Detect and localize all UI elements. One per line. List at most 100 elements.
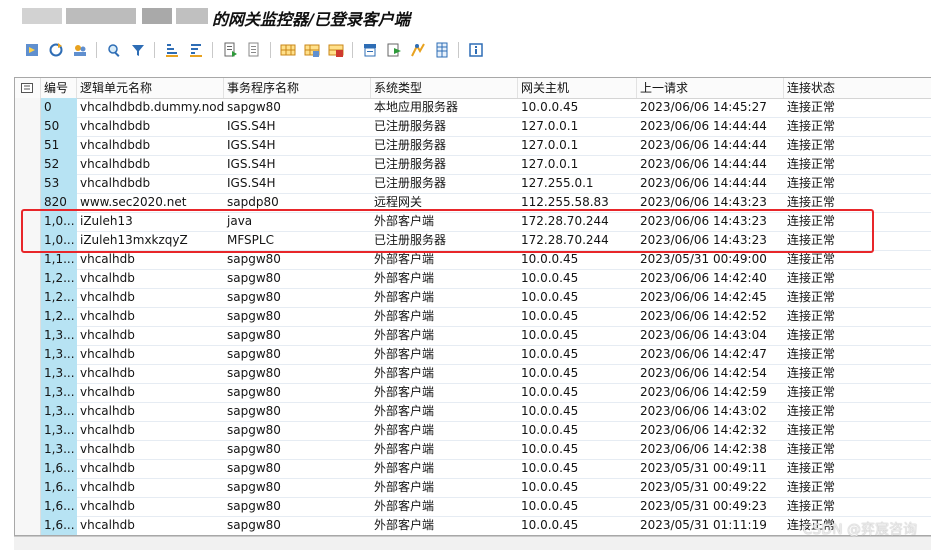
cell-lu-name[interactable]: vhcalhdb <box>77 307 224 326</box>
cell-lu-name[interactable]: vhcalhdb <box>77 402 224 421</box>
cell-system-type[interactable]: 外部客户端 <box>371 250 518 269</box>
cell-tp-name[interactable]: MFSPLC <box>224 231 371 250</box>
cell-gateway-host[interactable]: 10.0.0.45 <box>518 478 637 497</box>
cell-lu-name[interactable]: vhcalhdb <box>77 421 224 440</box>
cell-system-type[interactable]: 本地应用服务器 <box>371 98 518 117</box>
cell-tp-name[interactable]: sapgw80 <box>224 421 371 440</box>
cell-id[interactable]: 1,2... <box>41 307 77 326</box>
reload-icon[interactable] <box>46 40 66 60</box>
cell-id[interactable]: 52 <box>41 155 77 174</box>
cell-gateway-host[interactable]: 10.0.0.45 <box>518 250 637 269</box>
cell-lu-name[interactable]: vhcalhdbdb <box>77 174 224 193</box>
cell-last-request[interactable]: 2023/06/06 14:42:52 <box>637 307 784 326</box>
cell-last-request[interactable]: 2023/06/06 14:43:04 <box>637 326 784 345</box>
cell-last-request[interactable]: 2023/06/06 14:43:23 <box>637 212 784 231</box>
cell-last-request[interactable]: 2023/05/31 00:49:22 <box>637 478 784 497</box>
table-row[interactable]: 1,3... vhcalhdb sapgw80 外部客户端 10.0.0.45 2023/… <box>15 364 931 384</box>
cell-connection-status[interactable]: 连接正常 <box>784 364 931 383</box>
cell-id[interactable]: 1,3... <box>41 326 77 345</box>
cell-lu-name[interactable]: vhcalhdb <box>77 459 224 478</box>
cell-lu-name[interactable]: vhcalhdb <box>77 497 224 516</box>
cell-connection-status[interactable]: 连接正常 <box>784 421 931 440</box>
cell-last-request[interactable]: 2023/06/06 14:42:47 <box>637 345 784 364</box>
spreadsheet-icon[interactable] <box>432 40 452 60</box>
cell-lu-name[interactable]: vhcalhdb <box>77 478 224 497</box>
cell-gateway-host[interactable]: 10.0.0.45 <box>518 364 637 383</box>
column-header-tp-name[interactable]: 事务程序名称 <box>224 78 371 98</box>
cell-last-request[interactable]: 2023/06/06 14:42:59 <box>637 383 784 402</box>
cell-connection-status[interactable]: 连接正常 <box>784 383 931 402</box>
row-selector[interactable] <box>15 402 41 421</box>
cell-connection-status[interactable]: 连接正常 <box>784 478 931 497</box>
table-row[interactable]: 820 www.sec2020.net sapdp80 远程网关 112.255.58.… <box>15 193 931 213</box>
cell-id[interactable]: 53 <box>41 174 77 193</box>
row-selector[interactable] <box>15 231 41 250</box>
cell-last-request[interactable]: 2023/05/31 00:49:23 <box>637 497 784 516</box>
cell-gateway-host[interactable]: 10.0.0.45 <box>518 440 637 459</box>
cell-gateway-host[interactable]: 10.0.0.45 <box>518 402 637 421</box>
cell-last-request[interactable]: 2023/06/06 14:42:54 <box>637 364 784 383</box>
cell-tp-name[interactable]: sapdp80 <box>224 193 371 212</box>
table-row[interactable]: 1,2... vhcalhdb sapgw80 外部客户端 10.0.0.45 2023/… <box>15 288 931 308</box>
select-all-cell[interactable] <box>15 78 41 98</box>
cell-connection-status[interactable]: 连接正常 <box>784 345 931 364</box>
cell-id[interactable]: 820 <box>41 193 77 212</box>
cell-lu-name[interactable]: vhcalhdb <box>77 345 224 364</box>
table-row[interactable]: 1,0... iZuleh13 java 外部客户端 172.28.70.244 2023… <box>15 212 931 232</box>
table-row[interactable]: 1,3... vhcalhdb sapgw80 外部客户端 10.0.0.45 2023/… <box>15 383 931 403</box>
cell-tp-name[interactable]: IGS.S4H <box>224 155 371 174</box>
cell-last-request[interactable]: 2023/06/06 14:44:44 <box>637 136 784 155</box>
cell-system-type[interactable]: 外部客户端 <box>371 440 518 459</box>
cell-tp-name[interactable]: sapgw80 <box>224 383 371 402</box>
row-selector[interactable] <box>15 269 41 288</box>
cell-gateway-host[interactable]: 10.0.0.45 <box>518 345 637 364</box>
cell-lu-name[interactable]: vhcalhdb <box>77 364 224 383</box>
cell-connection-status[interactable]: 连接正常 <box>784 212 931 231</box>
cell-lu-name[interactable]: vhcalhdbdb <box>77 136 224 155</box>
cell-tp-name[interactable]: sapgw80 <box>224 288 371 307</box>
cell-id[interactable]: 1,6... <box>41 497 77 516</box>
column-header-id[interactable]: 编号 <box>41 78 77 98</box>
row-selector[interactable] <box>15 497 41 516</box>
cell-system-type[interactable]: 已注册服务器 <box>371 117 518 136</box>
cell-connection-status[interactable]: 连接正常 <box>784 307 931 326</box>
cell-last-request[interactable]: 2023/06/06 14:42:38 <box>637 440 784 459</box>
cell-last-request[interactable]: 2023/06/06 14:43:02 <box>637 402 784 421</box>
row-selector[interactable] <box>15 136 41 155</box>
cell-system-type[interactable]: 外部客户端 <box>371 459 518 478</box>
row-selector[interactable] <box>15 326 41 345</box>
cell-gateway-host[interactable]: 10.0.0.45 <box>518 383 637 402</box>
cell-id[interactable]: 1,3... <box>41 345 77 364</box>
row-selector[interactable] <box>15 478 41 497</box>
row-selector[interactable] <box>15 155 41 174</box>
cell-tp-name[interactable]: java <box>224 212 371 231</box>
table-row[interactable]: 1,3... vhcalhdb sapgw80 外部客户端 10.0.0.45 2023/… <box>15 421 931 441</box>
cell-id[interactable]: 50 <box>41 117 77 136</box>
cell-gateway-host[interactable]: 112.255.58.83 <box>518 193 637 212</box>
cell-connection-status[interactable]: 连接正常 <box>784 326 931 345</box>
column-header-system-type[interactable]: 系统类型 <box>371 78 518 98</box>
cell-gateway-host[interactable]: 10.0.0.45 <box>518 459 637 478</box>
cell-lu-name[interactable]: vhcalhdbdb.dummy.nod... <box>77 98 224 117</box>
cell-id[interactable]: 1,0... <box>41 212 77 231</box>
cell-system-type[interactable]: 外部客户端 <box>371 516 518 535</box>
cell-tp-name[interactable]: sapgw80 <box>224 345 371 364</box>
table-row[interactable]: 1,3... vhcalhdb sapgw80 外部客户端 10.0.0.45 2023/… <box>15 440 931 460</box>
table-row[interactable]: 1,2... vhcalhdb sapgw80 外部客户端 10.0.0.45 2023/… <box>15 269 931 289</box>
cell-tp-name[interactable]: sapgw80 <box>224 497 371 516</box>
cell-connection-status[interactable]: 连接正常 <box>784 288 931 307</box>
cell-tp-name[interactable]: sapgw80 <box>224 269 371 288</box>
row-selector[interactable] <box>15 174 41 193</box>
cell-gateway-host[interactable]: 10.0.0.45 <box>518 421 637 440</box>
cell-system-type[interactable]: 外部客户端 <box>371 307 518 326</box>
cell-gateway-host[interactable]: 10.0.0.45 <box>518 307 637 326</box>
cell-tp-name[interactable]: sapgw80 <box>224 402 371 421</box>
cell-lu-name[interactable]: vhcalhdb <box>77 288 224 307</box>
cell-system-type[interactable]: 外部客户端 <box>371 364 518 383</box>
cell-gateway-host[interactable]: 172.28.70.244 <box>518 212 637 231</box>
cell-system-type[interactable]: 外部客户端 <box>371 269 518 288</box>
cell-lu-name[interactable]: iZuleh13mxkzqyZ <box>77 231 224 250</box>
cell-system-type[interactable]: 外部客户端 <box>371 383 518 402</box>
cell-system-type[interactable]: 已注册服务器 <box>371 174 518 193</box>
table-row[interactable]: 51 vhcalhdbdb IGS.S4H 已注册服务器 127.0.0.1 2023/0… <box>15 136 931 156</box>
